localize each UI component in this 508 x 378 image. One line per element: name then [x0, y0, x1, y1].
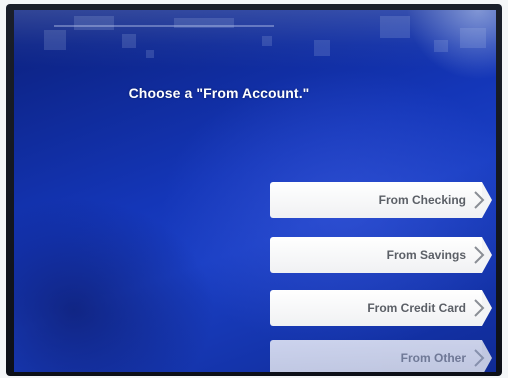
from-credit-card-button[interactable]: From Credit Card — [270, 290, 492, 326]
decor-square — [380, 16, 410, 38]
chevron-right-icon — [474, 349, 485, 367]
decor-square — [174, 18, 234, 28]
atm-screen: Choose a "From Account." From Checking F… — [14, 10, 496, 372]
from-savings-button[interactable]: From Savings — [270, 237, 492, 273]
option-label: From Savings — [386, 248, 466, 262]
chevron-right-icon — [474, 246, 485, 264]
decor-square — [314, 40, 330, 56]
from-other-button[interactable]: From Other — [270, 340, 492, 372]
photo-frame: Choose a "From Account." From Checking F… — [0, 0, 508, 378]
prompt-title: Choose a "From Account." — [128, 85, 310, 101]
decor-square — [44, 30, 66, 50]
option-label: From Credit Card — [367, 301, 466, 315]
option-label: From Checking — [378, 193, 466, 207]
chevron-right-icon — [474, 191, 485, 209]
decor-square — [262, 36, 272, 46]
option-label: From Other — [400, 351, 466, 365]
decor-square — [146, 50, 154, 58]
chevron-right-icon — [474, 299, 485, 317]
from-checking-button[interactable]: From Checking — [270, 182, 492, 218]
decor-square — [74, 16, 114, 30]
decor-square — [122, 34, 136, 48]
decor-square — [460, 28, 486, 48]
decor-square — [434, 40, 448, 52]
